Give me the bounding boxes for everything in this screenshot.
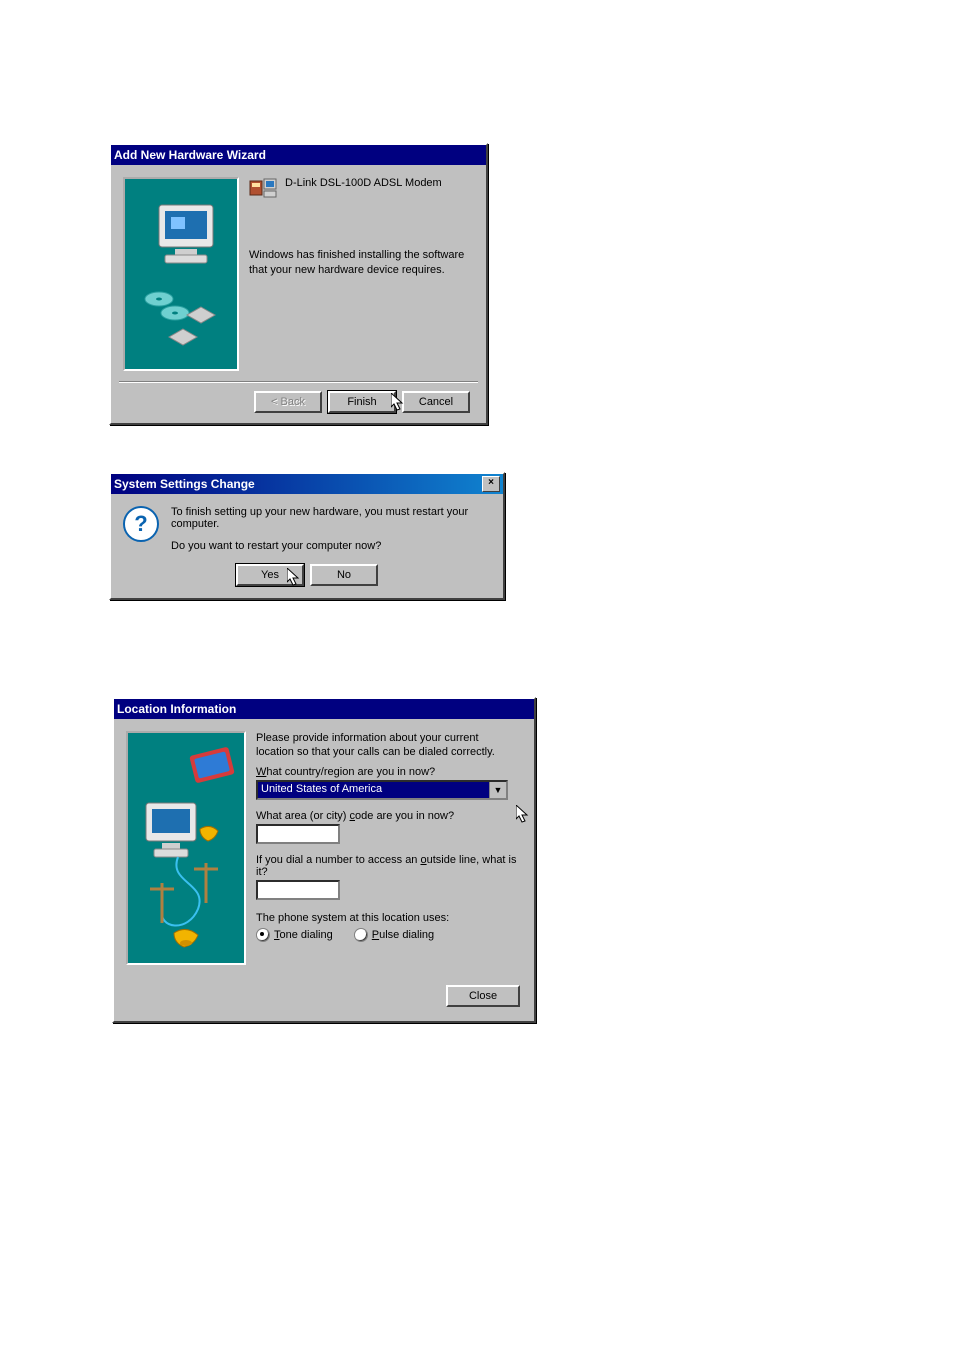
country-label: What country/region are you in now? <box>256 766 522 778</box>
add-hardware-wizard-dialog: Add New Hardware Wizard <box>109 143 488 425</box>
no-button[interactable]: No <box>310 564 378 586</box>
radio-dot-checked-icon <box>256 928 270 942</box>
outside-line-label: If you dial a number to access an outsid… <box>256 854 522 878</box>
location-titlebar: Location Information <box>114 699 534 719</box>
pulse-dialing-radio[interactable]: Pulse dialing <box>354 928 434 942</box>
wizard-button-row: < Back Finish Cancel <box>111 383 486 423</box>
tone-dialing-label: Tone dialing <box>274 929 333 941</box>
restart-button-row: Yes No <box>111 556 503 598</box>
location-button-row: Close <box>114 969 534 1021</box>
device-icon <box>249 177 277 204</box>
restart-line1: To finish setting up your new hardware, … <box>171 506 489 530</box>
wizard-titlebar: Add New Hardware Wizard <box>111 145 486 165</box>
location-intro: Please provide information about your cu… <box>256 731 516 760</box>
outside-line-input[interactable] <box>256 880 340 900</box>
wizard-banner <box>123 177 239 371</box>
close-button[interactable]: Close <box>446 985 520 1007</box>
question-icon: ? <box>123 506 159 542</box>
location-title: Location Information <box>117 702 236 716</box>
wizard-title: Add New Hardware Wizard <box>114 148 266 162</box>
restart-titlebar: System Settings Change × <box>111 474 503 494</box>
restart-title: System Settings Change <box>114 477 255 491</box>
wizard-message: Windows has finished installing the soft… <box>249 248 469 278</box>
system-settings-change-dialog: System Settings Change × ? To finish set… <box>109 472 505 600</box>
close-icon[interactable]: × <box>482 476 500 492</box>
country-value: United States of America <box>258 782 489 798</box>
cancel-button[interactable]: Cancel <box>402 391 470 413</box>
pulse-dialing-label: Pulse dialing <box>372 929 434 941</box>
location-banner <box>126 731 246 965</box>
phone-system-label: The phone system at this location uses: <box>256 912 522 924</box>
chevron-down-icon[interactable]: ▼ <box>489 782 506 798</box>
area-code-input[interactable] <box>256 824 340 844</box>
yes-button[interactable]: Yes <box>236 564 304 586</box>
country-select[interactable]: United States of America ▼ <box>256 780 508 800</box>
device-name: D-Link DSL-100D ADSL Modem <box>285 177 442 189</box>
area-code-label: What area (or city) code are you in now? <box>256 810 522 822</box>
radio-dot-icon <box>354 928 368 942</box>
restart-line2: Do you want to restart your computer now… <box>171 540 489 552</box>
location-information-dialog: Location Information <box>112 697 536 1023</box>
tone-dialing-radio[interactable]: Tone dialing <box>256 928 333 942</box>
back-button: < Back <box>254 391 322 413</box>
finish-button[interactable]: Finish <box>328 391 396 413</box>
